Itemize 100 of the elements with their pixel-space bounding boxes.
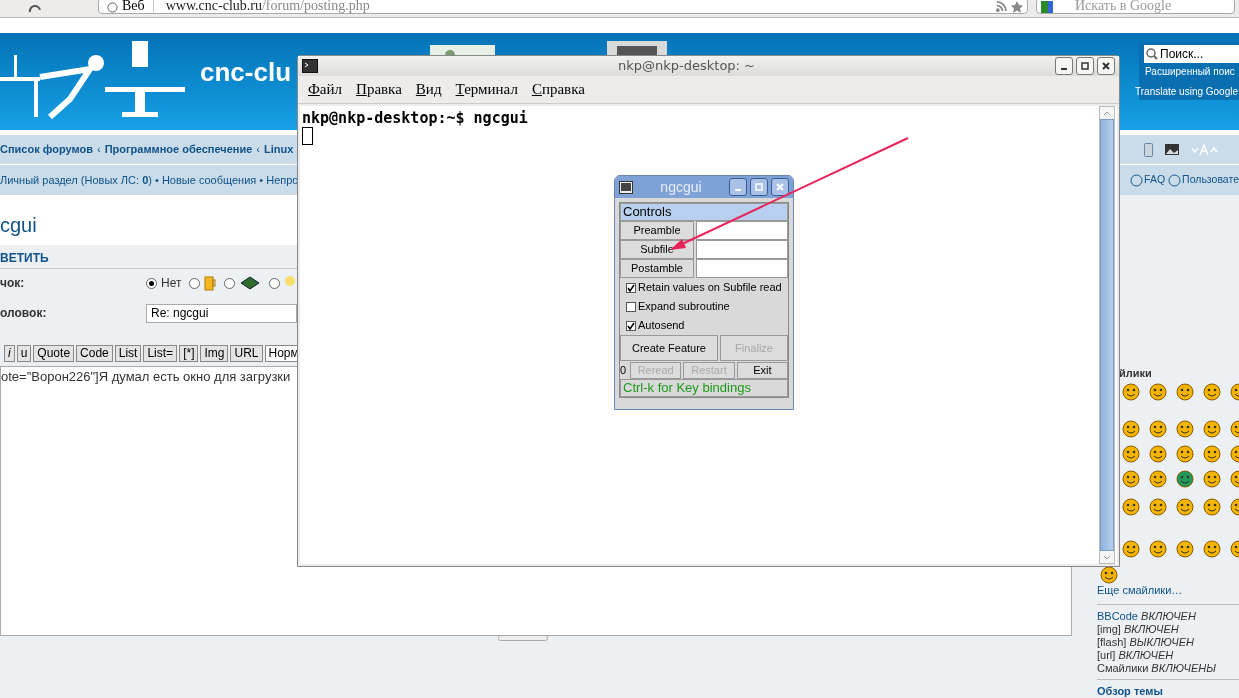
format-button[interactable]: List (114, 344, 142, 362)
smiley-icon[interactable] (1122, 498, 1140, 516)
subject-field[interactable]: Re: ngcgui (146, 303, 297, 323)
file-button[interactable]: Subfile (620, 240, 694, 259)
format-button[interactable]: [*] (179, 344, 199, 362)
checkbox[interactable] (626, 320, 636, 331)
radio-button[interactable] (146, 277, 157, 289)
smiley-icon[interactable] (1122, 540, 1140, 558)
smiley-icon[interactable] (1203, 498, 1221, 516)
scrollbar-thumb[interactable] (1100, 119, 1114, 551)
menu-item[interactable]: Справка (531, 78, 585, 101)
breadcrumb-link[interactable]: Список форумов (0, 141, 93, 158)
site-identity[interactable]: Веб (99, 0, 154, 13)
format-button[interactable]: Img (200, 344, 229, 362)
smiley-icon[interactable] (1176, 470, 1194, 488)
smiley-icon[interactable] (1176, 445, 1194, 463)
status-line: [img] ВКЛЮЧЕН (1097, 623, 1180, 636)
address-bar[interactable]: Веб www.cnc-club.ru/forum/posting.php (98, 0, 1028, 14)
header-link[interactable]: Пользовате (1168, 172, 1239, 188)
smiley-icon[interactable] (1176, 420, 1194, 438)
smiley-icon[interactable] (1122, 420, 1140, 438)
translate-link[interactable]: Translate using Google (1135, 84, 1239, 99)
menu-item[interactable]: Правка (356, 78, 402, 101)
radio-button[interactable] (224, 277, 236, 289)
forum-search-field[interactable]: Поиск... (1144, 45, 1239, 63)
file-button[interactable]: Postamble (620, 259, 694, 278)
checkbox[interactable] (626, 282, 636, 293)
beer-icon (204, 275, 217, 291)
smiley-icon[interactable] (1149, 470, 1167, 488)
smiley-icon[interactable] (1176, 383, 1194, 401)
file-field[interactable] (696, 221, 788, 240)
maximize-button[interactable] (750, 178, 768, 196)
action-button[interactable]: Exit (736, 361, 788, 379)
smiley-icon[interactable] (1149, 445, 1167, 463)
advanced-search-link[interactable]: Расширенный поис (1145, 64, 1239, 79)
radio-button[interactable] (269, 277, 281, 289)
scroll-up-button[interactable] (1100, 107, 1114, 119)
mobile-icon[interactable] (1144, 142, 1153, 157)
smiley-icon[interactable] (1203, 420, 1221, 438)
radio-button[interactable] (189, 277, 201, 289)
radio-label: Нет (161, 275, 182, 292)
smiley-icon[interactable] (1122, 470, 1140, 488)
menu-item[interactable]: Файл (308, 78, 343, 101)
field-label: оловок: (0, 305, 48, 322)
format-button[interactable]: u (16, 344, 32, 362)
image-icon[interactable] (1165, 144, 1179, 155)
smiley-icon[interactable] (1149, 498, 1167, 516)
smiley-icon[interactable] (1100, 566, 1118, 584)
header-link[interactable]: FAQ (1130, 172, 1166, 188)
url-text: www.cnc-club.ru/forum/posting.php (164, 0, 370, 13)
smiley-icon[interactable] (1176, 540, 1194, 558)
create-feature-button[interactable]: Create Feature (620, 335, 718, 361)
smiley-icon[interactable] (1203, 540, 1221, 558)
status-line: [flash] ВЫКЛЮЧЕН (1097, 636, 1195, 649)
scroll-down-button[interactable] (1100, 551, 1114, 563)
smiley-icon[interactable] (1203, 445, 1221, 463)
maximize-button[interactable] (1076, 57, 1094, 75)
minimize-button[interactable] (1055, 57, 1073, 75)
minimize-button[interactable] (729, 178, 747, 196)
breadcrumb-link[interactable]: Программное обеспечение (104, 141, 253, 158)
breadcrumb-link[interactable]: Linux (264, 141, 294, 158)
search-icon (1146, 48, 1158, 60)
sidebar-heading: йлики (1119, 366, 1153, 381)
file-field[interactable] (696, 259, 788, 278)
terminal-prompt: nkp@nkp-desktop:~$ ngcgui (302, 109, 529, 127)
smiley-icon[interactable] (1149, 383, 1167, 401)
resize-grip-icon[interactable] (498, 635, 548, 641)
close-icon (1102, 62, 1110, 70)
terminal-icon (302, 59, 318, 73)
smiley-icon[interactable] (1176, 498, 1194, 516)
file-field[interactable] (696, 240, 788, 259)
rss-icon[interactable] (996, 1, 1007, 12)
checkbox[interactable] (626, 301, 636, 312)
reload-icon[interactable] (28, 4, 42, 14)
smiley-icon[interactable] (1203, 470, 1221, 488)
smiley-icon[interactable] (1149, 540, 1167, 558)
smiley-icon[interactable] (1122, 383, 1140, 401)
checkbox-label: Autosend (638, 318, 685, 334)
window-icon (619, 180, 633, 194)
menu-item[interactable]: Вид (415, 78, 442, 101)
site-title: cnc-clu (200, 56, 292, 89)
format-button[interactable]: URL (230, 344, 263, 362)
smiley-icon[interactable] (1149, 420, 1167, 438)
format-button[interactable]: Quote (33, 344, 75, 362)
page-title: cgui (0, 214, 37, 236)
scrollbar[interactable] (1099, 106, 1115, 564)
file-button[interactable]: Preamble (620, 221, 694, 240)
format-button[interactable]: i (4, 344, 15, 362)
close-button[interactable] (1097, 57, 1115, 75)
checkbox-label: Expand subroutine (638, 299, 730, 315)
menu-item[interactable]: Терминал (455, 78, 518, 101)
format-button[interactable]: List= (143, 344, 178, 362)
format-button[interactable]: Code (76, 344, 113, 362)
smiley-icon[interactable] (1203, 383, 1221, 401)
star-icon[interactable] (1011, 1, 1023, 13)
overview-heading: Обзор темы (1097, 685, 1163, 697)
smiley-icon[interactable] (1122, 445, 1140, 463)
section-header: Controls (620, 203, 788, 221)
close-button[interactable] (771, 178, 789, 196)
quick-links: Личный раздел (Новых ЛС: 0) • Новые сообщения • Непро (0, 172, 299, 188)
